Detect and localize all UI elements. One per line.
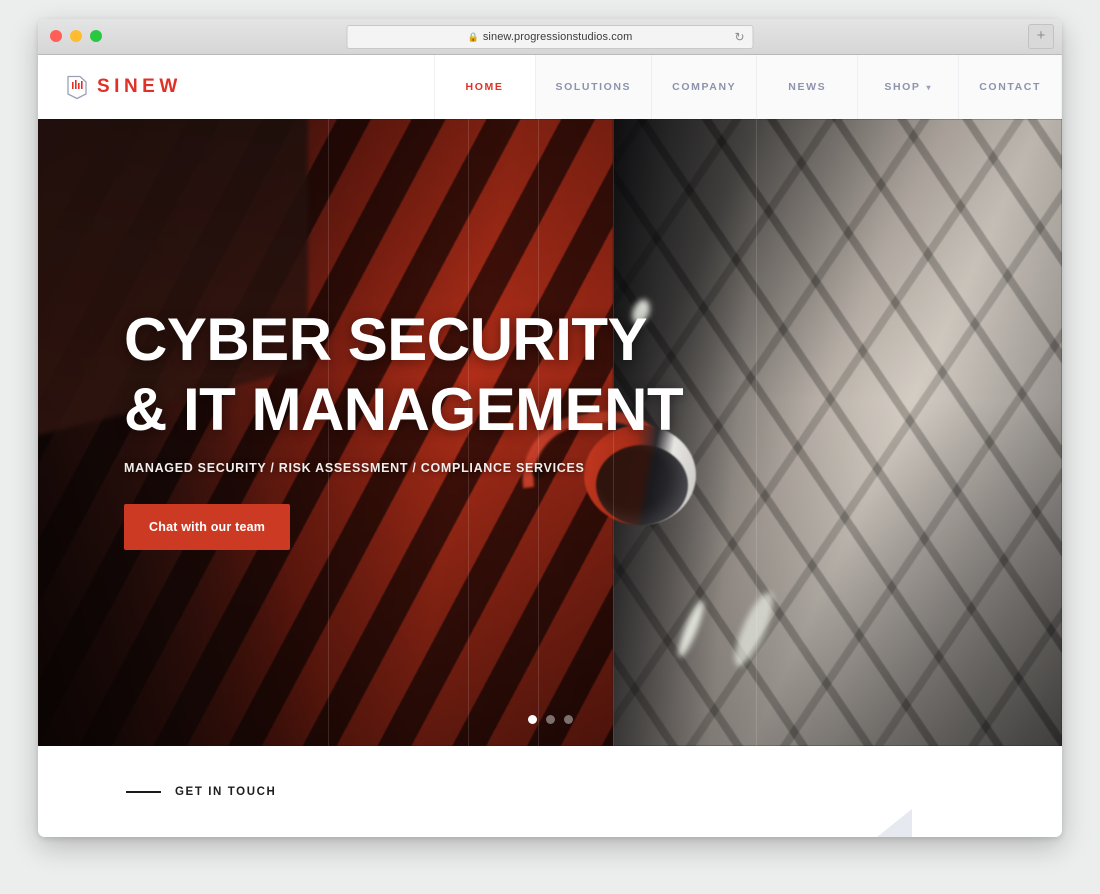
hero-subtitle: MANAGED SECURITY / RISK ASSESSMENT / COM… [124, 461, 585, 475]
nav-item-solutions[interactable]: SOLUTIONS [534, 55, 652, 119]
nav-item-shop[interactable]: SHOP ▾ [857, 55, 959, 119]
eyebrow-label: GET IN TOUCH [175, 786, 277, 798]
main-navigation: HOME SOLUTIONS COMPANY NEWS SHOP ▾ CONTA… [433, 55, 1062, 119]
eyebrow-rule [126, 791, 161, 793]
nav-label: SHOP [884, 81, 921, 93]
url-text: sinew.progressionstudios.com [482, 31, 633, 43]
decorative-triangle [872, 809, 912, 837]
zoom-window-button[interactable] [90, 30, 102, 42]
nav-item-home[interactable]: HOME [433, 55, 535, 119]
address-bar[interactable]: 🔒 sinew.progressionstudios.com ↻ [346, 25, 754, 49]
slider-pagination [38, 715, 1062, 724]
window-traffic-lights [50, 30, 102, 42]
browser-window: 🔒 sinew.progressionstudios.com ↻ + SINEW [38, 19, 1062, 837]
chat-with-team-button[interactable]: Chat with our team [124, 504, 291, 550]
site-header: SINEW HOME SOLUTIONS COMPANY NEWS SHOP ▾ [38, 55, 1062, 119]
nav-label: CONTACT [979, 81, 1041, 93]
hero-title-line-1: CYBER SECURITY [124, 306, 648, 373]
document-shield-icon [67, 75, 87, 99]
site-logo[interactable]: SINEW [38, 55, 182, 119]
hero-content: CYBER SECURITY & IT MANAGEMENT MANAGED S… [124, 305, 684, 550]
logo-text: SINEW [97, 76, 182, 97]
nav-label: NEWS [788, 81, 827, 93]
minimize-window-button[interactable] [70, 30, 82, 42]
lock-icon: 🔒 [467, 31, 479, 42]
nav-item-company[interactable]: COMPANY [651, 55, 757, 119]
close-window-button[interactable] [50, 30, 62, 42]
webpage-viewport: SINEW HOME SOLUTIONS COMPANY NEWS SHOP ▾ [38, 55, 1062, 837]
get-in-touch-section: GET IN TOUCH [38, 746, 1062, 837]
nav-item-contact[interactable]: CONTACT [958, 55, 1062, 119]
nav-label: HOME [465, 81, 504, 93]
nav-item-news[interactable]: NEWS [756, 55, 858, 119]
nav-label: COMPANY [672, 81, 737, 93]
section-eyebrow: GET IN TOUCH [126, 786, 276, 798]
slider-dot-2[interactable] [545, 715, 555, 724]
nav-label: SOLUTIONS [555, 81, 632, 93]
reload-icon[interactable]: ↻ [734, 30, 744, 44]
slider-dot-1[interactable] [527, 715, 537, 724]
hero-slider: CYBER SECURITY & IT MANAGEMENT MANAGED S… [38, 119, 1062, 746]
chevron-down-icon: ▾ [926, 82, 933, 92]
slider-dot-3[interactable] [563, 715, 573, 724]
hero-title-line-2: & IT MANAGEMENT [124, 376, 684, 443]
browser-titlebar: 🔒 sinew.progressionstudios.com ↻ + [38, 19, 1062, 55]
new-tab-button[interactable]: + [1028, 24, 1054, 49]
